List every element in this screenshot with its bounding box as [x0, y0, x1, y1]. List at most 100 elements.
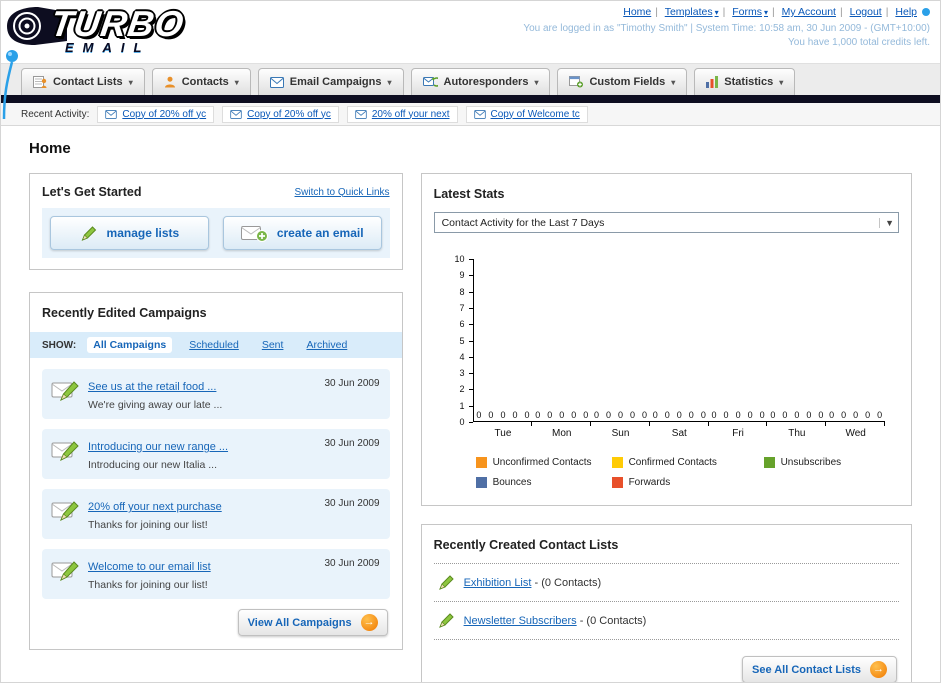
chevron-down-icon: ▾ [534, 77, 539, 87]
contact-lists-icon [33, 76, 47, 88]
tab-contact-lists[interactable]: Contact Lists ▾ [21, 68, 145, 95]
view-all-campaigns-button[interactable]: View All Campaigns → [237, 609, 388, 636]
recent-activity-item[interactable]: 20% off your next [346, 105, 458, 123]
legend-swatch [611, 477, 623, 488]
chart-y-axis: 10 9 8 7 6 5 4 3 2 1 0 [450, 254, 474, 427]
legend-swatch [763, 457, 775, 468]
envelope-pencil-icon [51, 561, 79, 582]
nav-home[interactable]: Home [623, 6, 651, 18]
dark-divider-bar [1, 95, 940, 103]
autoresponder-icon [422, 77, 438, 87]
arrow-right-icon: → [870, 661, 887, 678]
get-started-title: Let's Get Started [42, 185, 142, 199]
latest-stats-title: Latest Stats [433, 187, 505, 201]
nav-help[interactable]: Help [895, 6, 917, 18]
campaign-row[interactable]: 20% off your next purchase Thanks for jo… [42, 489, 390, 539]
legend-item: Unsubscribes [763, 457, 841, 468]
chart-x-tick-label: Mon [532, 422, 591, 439]
chart-day-values: 00000 [652, 410, 706, 420]
chart-x-tick-label: Wed [826, 422, 885, 439]
nav-forms[interactable]: Forms ▾ [732, 6, 768, 18]
campaign-subject: Introducing our new Italia ... [88, 459, 217, 471]
envelope-icon [473, 109, 486, 119]
campaign-date: 30 Jun 2009 [324, 498, 380, 509]
campaign-subject: Thanks for joining our list! [88, 579, 208, 591]
nav-my-account[interactable]: My Account [782, 6, 836, 18]
chart-x-tick-label: Sun [591, 422, 650, 439]
legend-item: Forwards [611, 477, 740, 488]
content: Home Let's Get Started Switch to Quick L… [1, 126, 940, 682]
tab-sent[interactable]: Sent [256, 337, 290, 353]
chart-day-values: 00000 [829, 410, 883, 420]
chart-day-values: 00000 [593, 410, 648, 420]
tab-autoresponders[interactable]: Autoresponders ▾ [410, 68, 551, 95]
chart-day-values: 00000 [535, 410, 589, 420]
tab-statistics[interactable]: Statistics ▾ [694, 68, 796, 95]
chevron-down-icon: ▼ [879, 217, 894, 228]
header-right: Home | Templates ▾ | Forms ▾ | My Account | Lo… [523, 6, 930, 48]
campaign-link: Welcome to our email list [88, 561, 211, 573]
campaign-row[interactable]: See us at the retail food ... We're givi… [42, 369, 390, 419]
stats-period-select[interactable]: Contact Activity for the Last 7 Days ▼ [433, 212, 899, 233]
envelope-icon [105, 109, 118, 119]
contacts-icon [164, 76, 175, 88]
tab-archived[interactable]: Archived [300, 337, 353, 353]
envelope-plus-icon [240, 226, 268, 242]
contact-list-link: Exhibition List [463, 576, 532, 589]
legend-swatch [475, 457, 487, 468]
nav-logout[interactable]: Logout [850, 6, 882, 18]
create-email-button[interactable]: create an email [222, 216, 382, 250]
login-info: You are logged in as "Timothy Smith" | S… [523, 23, 930, 34]
chevron-down-icon: ▾ [671, 77, 676, 87]
latest-stats-panel: Latest Stats Contact Activity for the La… [420, 173, 912, 506]
campaign-link: Introducing our new range ... [88, 441, 229, 453]
chevron-down-icon: ▾ [779, 77, 784, 87]
tab-custom-fields[interactable]: Custom Fields ▾ [557, 68, 688, 95]
recent-activity-item[interactable]: Copy of Welcome tc [465, 105, 588, 123]
nav-templates[interactable]: Templates ▾ [665, 6, 719, 18]
recent-activity-item[interactable]: Copy of 20% off yc [222, 105, 339, 123]
campaign-date: 30 Jun 2009 [324, 378, 380, 389]
campaign-date: 30 Jun 2009 [324, 558, 380, 569]
page-title: Home [29, 140, 71, 157]
recent-contact-lists-panel: Recently Created Contact Lists Exhibitio… [420, 524, 912, 682]
custom-fields-icon [569, 76, 584, 88]
blue-dot-decoration [922, 8, 930, 17]
campaign-row[interactable]: Welcome to our email list Thanks for joi… [42, 549, 390, 599]
legend-swatch [475, 477, 487, 488]
recent-contact-lists-title: Recently Created Contact Lists [433, 538, 619, 552]
tab-email-campaigns[interactable]: Email Campaigns ▾ [257, 68, 404, 95]
right-column: Latest Stats Contact Activity for the La… [420, 173, 912, 682]
campaign-subject: Thanks for joining our list! [88, 519, 208, 531]
see-all-contact-lists-button[interactable]: See All Contact Lists → [741, 656, 897, 682]
recent-activity-item[interactable]: Copy of 20% off yc [97, 105, 215, 123]
switch-quick-links-link[interactable]: Switch to Quick Links [295, 187, 390, 198]
chevron-down-icon: ▾ [234, 77, 239, 87]
chevron-down-icon: ▾ [128, 77, 133, 87]
contact-list-count: - (0 Contacts) [531, 576, 602, 589]
tab-all-campaigns[interactable]: All Campaigns [87, 337, 173, 353]
credits-info: You have 1,000 total credits left. [788, 37, 930, 48]
chart-x-labels: Tue Mon Sun Sat Fri Thu Wed [474, 422, 885, 439]
recent-campaigns-title: Recently Edited Campaigns [42, 306, 207, 320]
arrow-right-icon: → [360, 614, 378, 631]
chart-plot-values: 00000 00000 00000 00000 00000 00000 00000 [474, 410, 885, 420]
manage-lists-button[interactable]: manage lists [50, 216, 209, 250]
pencil-icon [438, 575, 454, 590]
contact-list-row[interactable]: Exhibition List - (0 Contacts) [433, 564, 899, 602]
tab-contacts[interactable]: Contacts ▾ [151, 68, 251, 95]
contact-list-row[interactable]: Newsletter Subscribers - (0 Contacts) [433, 602, 899, 640]
page: TURBO EMAIL Home | Templates ▾ | Forms ▾ | My… [0, 0, 941, 683]
chart-x-tick-label: Thu [767, 422, 827, 439]
legend-item: Unconfirmed Contacts [475, 457, 592, 468]
tab-scheduled[interactable]: Scheduled [183, 337, 245, 353]
logo-title: TURBO [48, 3, 187, 44]
bar-chart-icon [706, 76, 719, 88]
top-nav: Home | Templates ▾ | Forms ▾ | My Account | Lo… [523, 6, 930, 18]
campaign-row[interactable]: Introducing our new range ... Introducin… [42, 429, 390, 479]
show-label: SHOW: [42, 339, 77, 351]
chart-day-values: 00000 [711, 410, 765, 420]
recent-activity-bar: Recent Activity: Copy of 20% off yc Copy… [1, 103, 940, 126]
campaign-subject: We're giving away our late ... [88, 399, 223, 411]
legend-swatch [611, 457, 623, 468]
